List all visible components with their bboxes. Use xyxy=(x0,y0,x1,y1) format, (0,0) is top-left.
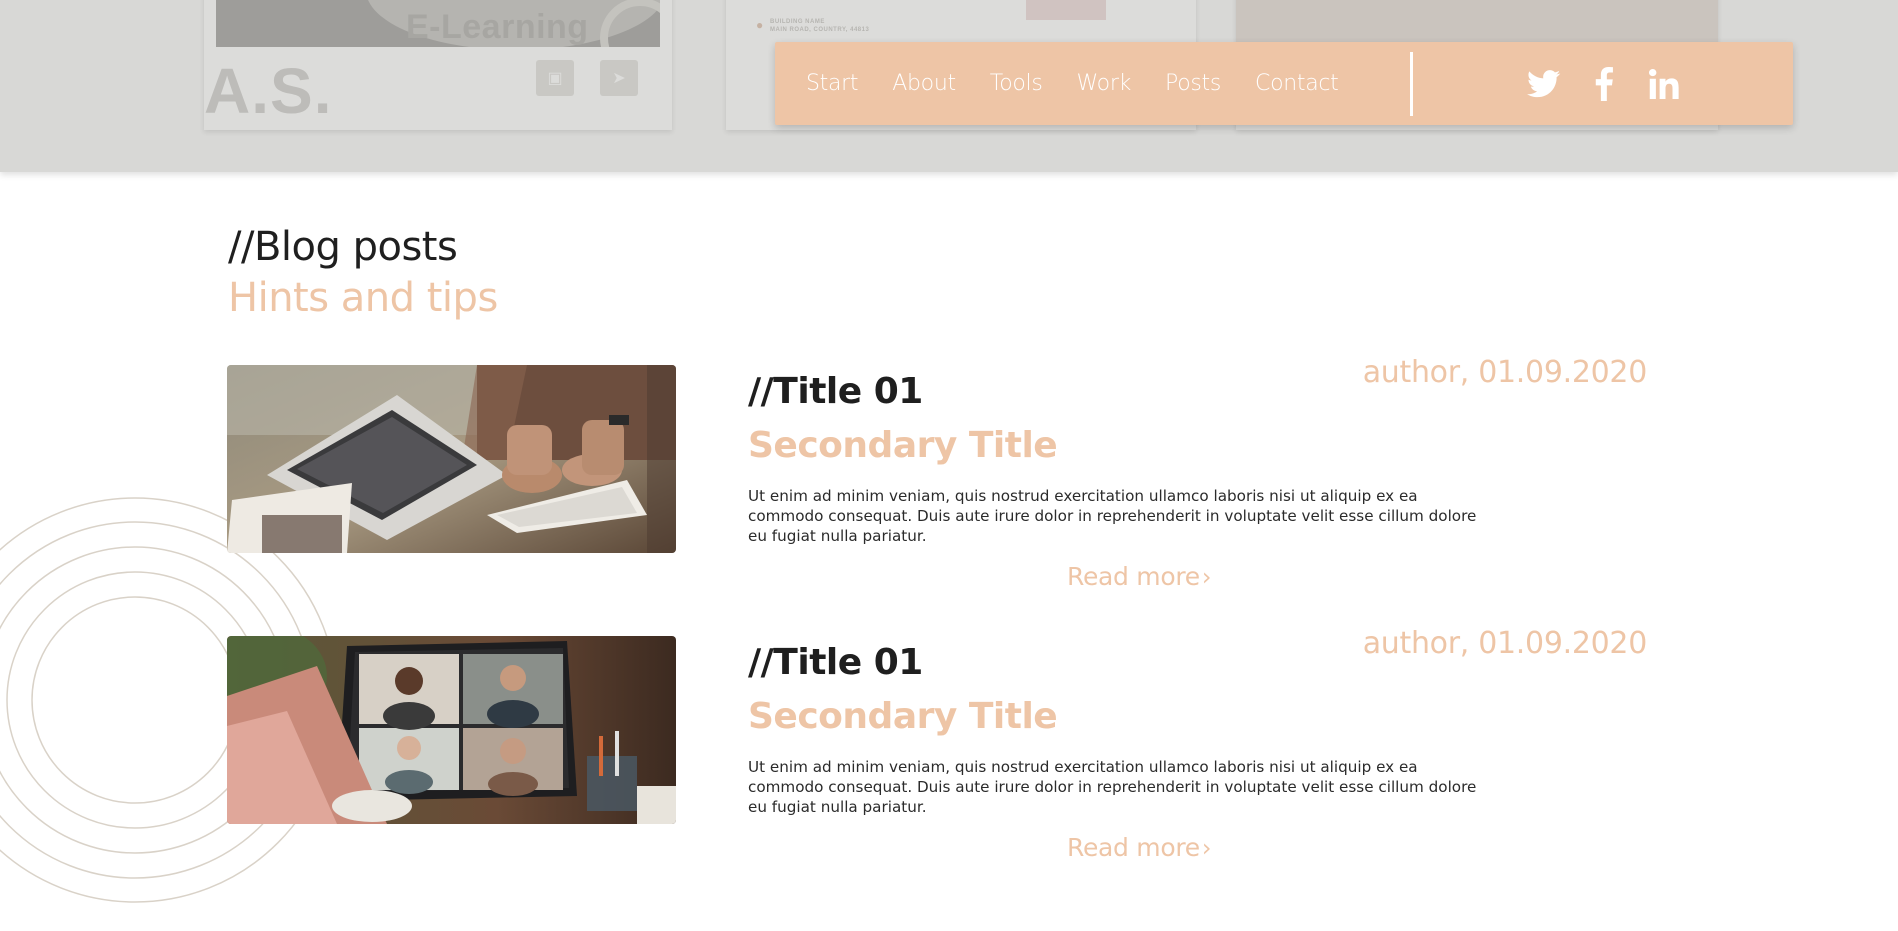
chevron-right-icon: › xyxy=(1201,563,1212,591)
social-links xyxy=(1525,42,1705,125)
post-meta: author, 01.09.2020 xyxy=(1362,626,1648,661)
post-subtitle: Secondary Title xyxy=(748,425,1058,466)
location-pin-icon: ● xyxy=(756,18,764,32)
laptop-keyboard-photo xyxy=(227,365,676,553)
nav-link-about[interactable]: About xyxy=(892,71,956,96)
chevron-right-icon: › xyxy=(1201,834,1212,862)
facebook-icon[interactable] xyxy=(1585,65,1623,103)
read-more-link[interactable]: Read more› xyxy=(1067,833,1211,862)
main-navbar: Start About Tools Work Posts Contact xyxy=(775,42,1793,125)
post-meta: author, 01.09.2020 xyxy=(1362,355,1648,390)
nav-link-start[interactable]: Start xyxy=(806,71,859,96)
video-call-photo xyxy=(227,636,676,824)
post-body: Ut enim ad minim veniam, quis nostrud ex… xyxy=(748,487,1477,545)
portfolio-card-photo xyxy=(1026,0,1106,20)
post-subtitle: Secondary Title xyxy=(748,696,1058,737)
nav-link-contact[interactable]: Contact xyxy=(1255,71,1339,96)
address-line: MAIN ROAD, COUNTRY, 44813 xyxy=(770,27,870,33)
linkedin-icon[interactable] xyxy=(1645,65,1683,103)
nav-link-posts[interactable]: Posts xyxy=(1165,71,1221,96)
address-line: BUILDING NAME xyxy=(770,19,825,25)
blog-post: author, 01.09.2020 //Title 01 Secondary … xyxy=(227,355,1647,605)
read-more-link[interactable]: Read more› xyxy=(1067,562,1211,591)
instagram-icon[interactable]: ▣ xyxy=(536,60,574,96)
twitter-icon[interactable] xyxy=(1525,65,1563,103)
post-title: //Title 01 xyxy=(748,642,923,683)
page: E-Learning A.S. ▣ ➤ ● BUILDING NAME MAIN… xyxy=(0,0,1898,931)
blog-section-heading: //Blog posts Hints and tips xyxy=(228,224,498,326)
nav-links: Start About Tools Work Posts Contact xyxy=(806,42,1373,125)
post-image[interactable] xyxy=(227,365,676,553)
read-more-label: Read more xyxy=(1067,562,1200,591)
card-address: BUILDING NAME MAIN ROAD, COUNTRY, 44813 xyxy=(770,18,869,34)
blog-post: author, 01.09.2020 //Title 01 Secondary … xyxy=(227,626,1647,876)
post-body: Ut enim ad minim veniam, quis nostrud ex… xyxy=(748,758,1477,816)
post-title: //Title 01 xyxy=(748,371,923,412)
section-subtitle: Hints and tips xyxy=(228,275,498,321)
send-icon[interactable]: ➤ xyxy=(600,60,638,96)
nav-divider xyxy=(1410,52,1413,116)
read-more-label: Read more xyxy=(1067,833,1200,862)
nav-link-work[interactable]: Work xyxy=(1077,71,1132,96)
portfolio-card[interactable]: E-Learning A.S. ▣ ➤ xyxy=(204,0,672,130)
portfolio-card-initials: A.S. xyxy=(204,55,333,127)
post-image[interactable] xyxy=(227,636,676,824)
thumbnail-title: E-Learning xyxy=(406,8,589,46)
section-title: //Blog posts xyxy=(228,224,458,270)
nav-link-tools[interactable]: Tools xyxy=(990,71,1043,96)
portfolio-card-thumbnail: E-Learning xyxy=(216,0,660,47)
